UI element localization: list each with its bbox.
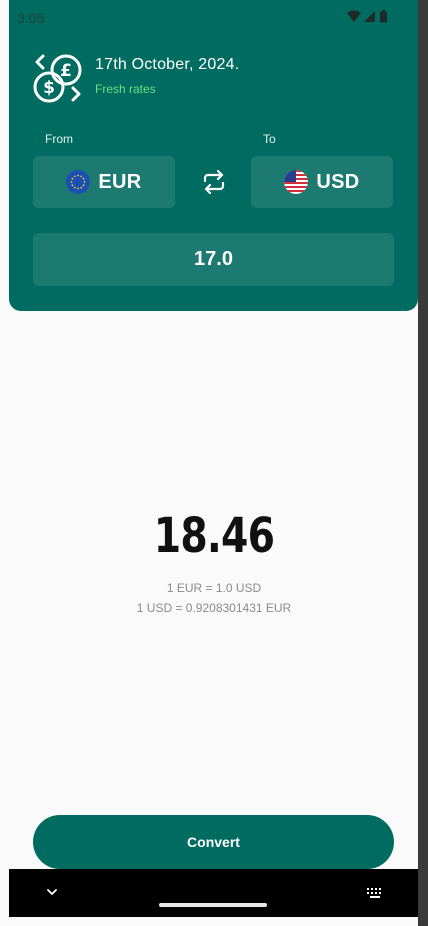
currency-exchange-logo-icon: £ $ xyxy=(33,54,82,103)
converted-amount: 18.46 xyxy=(153,508,275,564)
svg-text:$: $ xyxy=(43,78,55,98)
keyboard-icon[interactable] xyxy=(366,886,384,900)
rate-to-from: 1 USD = 0.9208301431 EUR xyxy=(136,601,292,615)
header-card: £ $ 17th October, 2024. Fresh rates From… xyxy=(9,0,418,311)
chevron-down-icon[interactable] xyxy=(45,885,59,899)
from-currency-button[interactable]: EUR xyxy=(33,156,175,208)
convert-button[interactable]: Convert xyxy=(33,815,394,869)
to-currency-code: USD xyxy=(316,170,360,193)
rate-from-to: 1 EUR = 1.0 USD xyxy=(166,581,262,595)
rates-status: Fresh rates xyxy=(95,82,156,96)
home-gesture-handle[interactable] xyxy=(159,903,267,907)
status-bar: 3:05 xyxy=(0,0,418,34)
svg-text:£: £ xyxy=(60,61,72,81)
app-screen: £ $ 17th October, 2024. Fresh rates From… xyxy=(0,0,418,926)
us-flag-icon xyxy=(284,170,309,194)
swap-icon[interactable] xyxy=(199,167,229,197)
from-currency-code: EUR xyxy=(98,170,142,193)
eu-flag-icon xyxy=(66,170,91,194)
wifi-icon xyxy=(347,10,361,22)
to-currency-button[interactable]: USD xyxy=(251,156,393,208)
amount-input[interactable]: 17.0 xyxy=(33,233,394,286)
to-label: To xyxy=(263,132,276,146)
status-icons xyxy=(347,10,391,24)
from-label: From xyxy=(45,132,73,146)
navigation-bar xyxy=(9,869,418,917)
rates-date: 17th October, 2024. xyxy=(95,56,240,73)
battery-icon xyxy=(380,11,387,23)
signal-icon xyxy=(364,11,375,22)
status-time: 3:05 xyxy=(17,10,45,26)
